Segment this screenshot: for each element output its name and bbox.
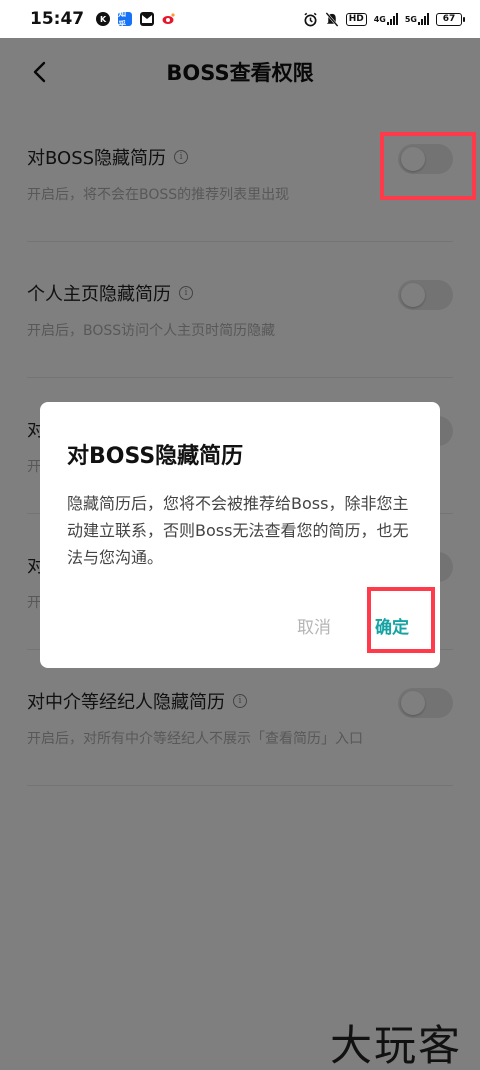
dialog-message: 隐藏简历后，您将不会被推荐给Boss，除非您主动建立联系，否则Boss无法查看您… [67,494,409,567]
k-icon: K [96,12,111,26]
zhihu-icon: 知乎 [118,9,133,29]
alarm-icon [303,12,318,27]
mute-icon [325,11,339,27]
cancel-button[interactable]: 取消 [297,613,331,638]
status-time: 15:47 [30,9,85,29]
battery-icon: 67 [436,12,465,26]
watermark-text: 大玩客 [330,1021,463,1070]
status-bar: 15:47 K 知乎 HD 4G 5G 67 [0,0,480,38]
hd-icon: HD [345,12,367,26]
confirm-highlight-box [367,587,435,653]
dialog-title: 对BOSS隐藏简历 [67,444,244,469]
mail-icon [140,12,155,26]
signal-5g-icon: 5G [405,13,429,25]
signal-4g-icon: 4G [374,13,398,25]
toggle-highlight-box [380,132,476,200]
weibo-icon [162,12,177,26]
